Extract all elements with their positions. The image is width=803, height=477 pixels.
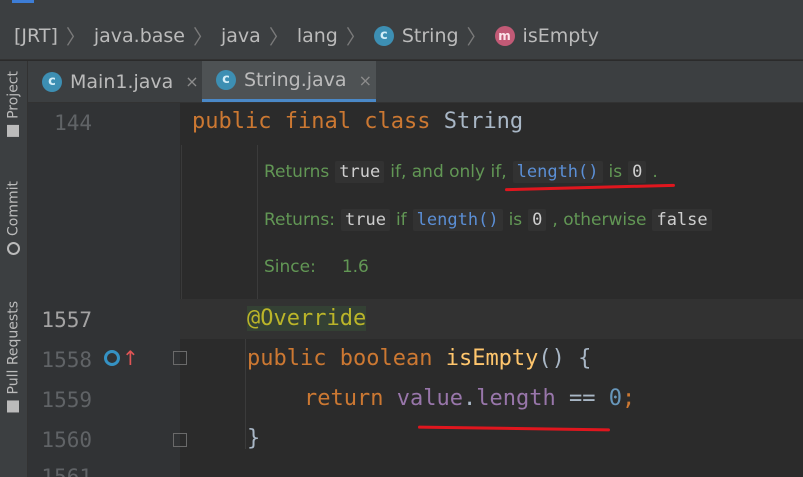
line-number: 144 bbox=[54, 111, 92, 135]
doc-line-summary: Returns true if, and only if, length() i… bbox=[264, 161, 658, 183]
tab-main1-java[interactable]: c Main1.java × bbox=[28, 61, 202, 102]
commit-icon bbox=[7, 242, 20, 255]
line-number: 1558 bbox=[41, 348, 92, 372]
doc-line-since: Since: 1.6 bbox=[264, 257, 369, 277]
line-number-gutter bbox=[28, 103, 180, 477]
line-number: 1560 bbox=[41, 428, 92, 452]
line-number: 1559 bbox=[41, 388, 92, 412]
breadcrumb-separator: 〉 bbox=[268, 25, 289, 49]
class-icon: c bbox=[216, 70, 236, 90]
sidebar-item-commit[interactable]: Commit bbox=[2, 181, 25, 255]
method-declaration: public boolean isEmpty() { bbox=[247, 346, 592, 371]
sidebar-item-label: Project bbox=[5, 71, 22, 119]
sidebar-item-label: Commit bbox=[5, 181, 22, 236]
tab-label: Main1.java bbox=[70, 70, 174, 93]
fold-marker-icon[interactable] bbox=[173, 351, 187, 365]
breadcrumb-isempty[interactable]: m isEmpty bbox=[494, 24, 599, 47]
breadcrumb-java[interactable]: java bbox=[221, 25, 261, 47]
sidebar-item-project[interactable]: Project bbox=[2, 71, 25, 137]
breadcrumb-string[interactable]: c String bbox=[373, 24, 459, 47]
close-icon[interactable]: × bbox=[185, 72, 198, 91]
implementation-gutter-icon[interactable] bbox=[104, 350, 120, 366]
breadcrumb-isempty-label: isEmpty bbox=[522, 24, 599, 47]
sidebar-item-pull-requests[interactable]: Pull Requests bbox=[2, 301, 25, 413]
breadcrumb-java-base[interactable]: java.base bbox=[94, 25, 185, 47]
breadcrumb-separator: 〉 bbox=[193, 25, 213, 49]
close-icon[interactable]: × bbox=[359, 71, 372, 90]
indent-guide bbox=[257, 145, 258, 299]
code-editor[interactable]: 144 1557 1558 1559 1560 1561 ↑ public fi… bbox=[28, 103, 803, 477]
closing-brace: } bbox=[247, 426, 261, 451]
line-number: 1557 bbox=[41, 308, 92, 332]
method-icon: m bbox=[494, 25, 515, 46]
pull-request-icon bbox=[7, 400, 20, 413]
left-tool-strip: Project Commit Pull Requests bbox=[0, 61, 28, 477]
tab-string-java[interactable]: c String.java × bbox=[202, 61, 376, 102]
indent-guide bbox=[245, 339, 246, 449]
fold-marker-icon[interactable] bbox=[173, 433, 187, 447]
folder-icon bbox=[7, 124, 20, 137]
class-icon: c bbox=[42, 71, 62, 92]
doc-link-length[interactable]: length() bbox=[412, 209, 503, 231]
breadcrumb-separator: 〉 bbox=[345, 25, 366, 49]
override-annotation: @Override bbox=[247, 306, 367, 331]
class-icon: c bbox=[373, 25, 394, 46]
editor-tab-bar: c Main1.java × c String.java × bbox=[28, 61, 803, 103]
title-accent bbox=[12, 0, 34, 3]
breadcrumb-lang[interactable]: lang bbox=[297, 25, 338, 47]
title-strip bbox=[0, 0, 803, 12]
rendered-javadoc: Returns true if, and only if, length() i… bbox=[181, 145, 803, 299]
breadcrumb: [JRT] 〉 java.base 〉 java 〉 lang 〉 c Stri… bbox=[0, 12, 803, 60]
doc-line-returns: Returns: true if length() is 0 , otherwi… bbox=[264, 209, 718, 231]
return-statement: return value.length == 0; bbox=[304, 386, 636, 411]
class-declaration: public final class String bbox=[192, 109, 524, 134]
override-arrow-icon[interactable]: ↑ bbox=[122, 348, 139, 368]
breadcrumb-jrt[interactable]: [JRT] bbox=[14, 25, 58, 47]
breadcrumb-separator: 〉 bbox=[466, 25, 487, 49]
doc-link-length[interactable]: length() bbox=[512, 161, 603, 183]
line-number: 1561 bbox=[41, 465, 92, 477]
breadcrumb-string-label: String bbox=[401, 24, 459, 47]
breadcrumb-separator: 〉 bbox=[65, 25, 86, 49]
sidebar-item-label: Pull Requests bbox=[5, 301, 22, 395]
tab-label: String.java bbox=[244, 69, 347, 91]
